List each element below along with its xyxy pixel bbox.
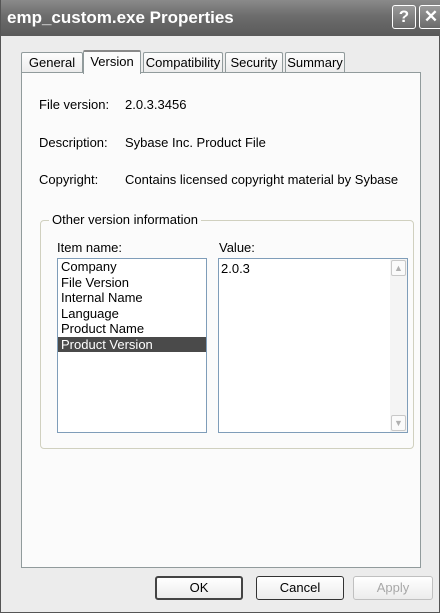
tab-security[interactable]: Security <box>225 52 283 72</box>
list-item-selected[interactable]: Product Version <box>58 336 206 352</box>
list-item[interactable]: Product Name <box>58 321 206 337</box>
copyright-value: Contains licensed copyright material by … <box>125 172 399 187</box>
cancel-button[interactable]: Cancel <box>256 576 344 600</box>
value-text: 2.0.3 <box>221 261 250 276</box>
value-label: Value: <box>219 240 255 255</box>
item-name-label: Item name: <box>57 240 123 255</box>
value-scrollbar[interactable]: ▲ ▼ <box>390 259 407 432</box>
tab-summary[interactable]: Summary <box>285 52 345 72</box>
list-item[interactable]: Company <box>58 259 206 275</box>
window-title: emp_custom.exe Properties <box>7 8 234 27</box>
description-value: Sybase Inc. Product File <box>125 135 266 150</box>
ok-button[interactable]: OK <box>155 576 243 600</box>
description-label: Description: <box>39 135 108 150</box>
properties-dialog: emp_custom.exe Properties ? ✕ General Ve… <box>0 0 440 613</box>
scroll-down-icon[interactable]: ▼ <box>391 415 406 431</box>
close-icon[interactable]: ✕ <box>419 5 440 29</box>
apply-button[interactable]: Apply <box>353 576 433 600</box>
file-version-value: 2.0.3.3456 <box>125 97 187 112</box>
tab-general[interactable]: General <box>21 52 83 72</box>
list-item[interactable]: Internal Name <box>58 290 206 306</box>
scroll-up-icon[interactable]: ▲ <box>391 260 406 276</box>
group-legend: Other version information <box>49 212 201 227</box>
item-name-list[interactable]: Company File Version Internal Name Langu… <box>57 258 207 433</box>
title-bar[interactable]: emp_custom.exe Properties ? ✕ <box>1 0 440 36</box>
tab-version[interactable]: Version <box>83 50 141 74</box>
other-version-info-group: Other version information Item name: Val… <box>40 212 414 449</box>
list-item[interactable]: Language <box>58 306 206 322</box>
value-textbox[interactable]: 2.0.3 ▲ ▼ <box>218 258 408 433</box>
copyright-label: Copyright: <box>39 172 99 187</box>
list-item[interactable]: File Version <box>58 275 206 291</box>
version-tab-panel: File version: 2.0.3.3456 Description: Sy… <box>21 72 421 568</box>
help-icon[interactable]: ? <box>392 5 416 29</box>
file-version-label: File version: <box>39 97 110 112</box>
tab-compatibility[interactable]: Compatibility <box>143 52 223 72</box>
